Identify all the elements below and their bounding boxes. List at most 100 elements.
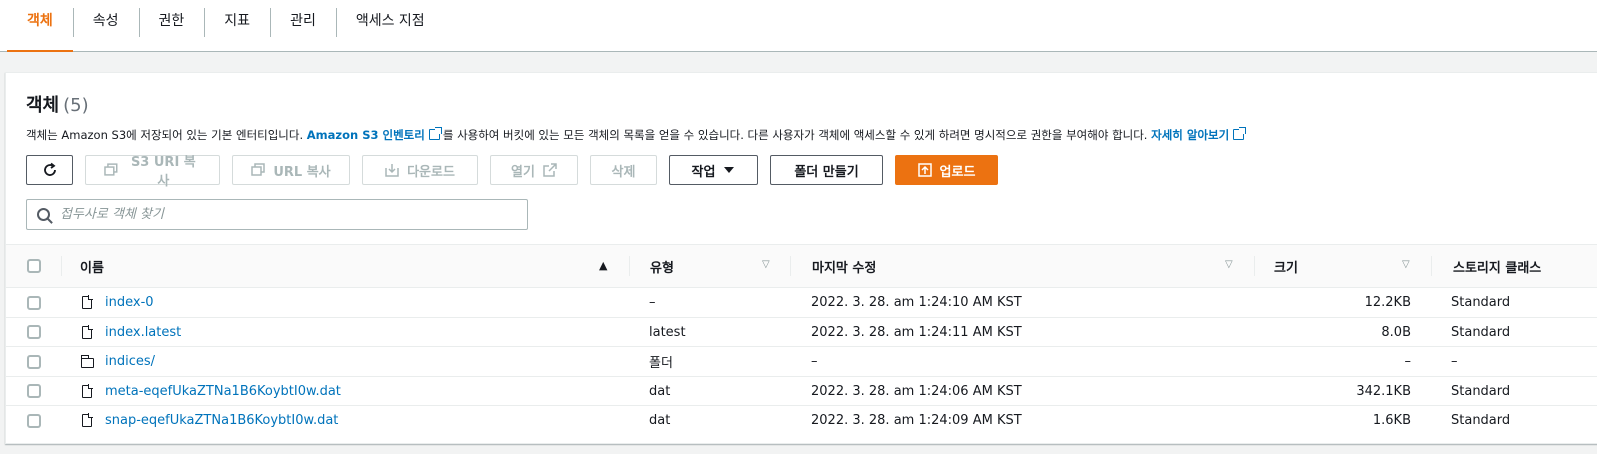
upload-icon bbox=[917, 163, 932, 177]
object-name-link[interactable]: meta-eqefUkaZTNa1B6KoybtI0w.dat bbox=[105, 377, 341, 406]
column-label: 마지막 수정 bbox=[812, 260, 877, 276]
row-checkbox[interactable] bbox=[27, 413, 41, 428]
button-label: S3 URI 복사 bbox=[130, 155, 196, 189]
object-last-modified: 2022. 3. 28. am 1:24:11 AM KST bbox=[811, 324, 1022, 340]
table-row: meta-eqefUkaZTNa1B6KoybtI0w.dat dat 2022… bbox=[6, 377, 1597, 406]
sort-icon[interactable]: ▽ bbox=[762, 259, 770, 270]
download-button[interactable]: 다운로드 bbox=[362, 155, 478, 185]
row-checkbox-cell bbox=[27, 406, 41, 435]
tab-metrics[interactable]: 지표 bbox=[204, 0, 270, 51]
tab-bar: 객체 속성 권한 지표 관리 액세스 지점 bbox=[0, 0, 1597, 52]
object-size: 1.6KB bbox=[1372, 413, 1411, 428]
row-checkbox[interactable] bbox=[27, 354, 41, 369]
column-header-type[interactable]: 유형 bbox=[650, 245, 674, 287]
sort-icon[interactable]: ▽ bbox=[1225, 259, 1233, 270]
button-label: 업로드 bbox=[939, 164, 976, 180]
object-name-link[interactable]: indices/ bbox=[105, 347, 155, 376]
file-icon-cell bbox=[82, 288, 93, 317]
tab-management[interactable]: 관리 bbox=[270, 0, 336, 51]
object-last-modified: 2022. 3. 28. am 1:24:09 AM KST bbox=[811, 413, 1022, 428]
copy-s3-uri-button[interactable]: S3 URI 복사 bbox=[85, 155, 220, 189]
object-type: dat bbox=[649, 383, 671, 399]
select-all-checkbox-cell bbox=[27, 245, 41, 287]
open-button[interactable]: 열기 bbox=[490, 155, 578, 185]
object-type: latest bbox=[649, 324, 686, 340]
column-divider bbox=[1254, 256, 1255, 276]
inventory-link[interactable]: Amazon S3 인벤토리 bbox=[307, 127, 443, 142]
column-label: 크기 bbox=[1274, 260, 1298, 276]
column-header-size[interactable]: 크기 bbox=[1274, 245, 1298, 287]
object-name-link[interactable]: index.latest bbox=[105, 318, 181, 347]
sort-ascending-icon[interactable]: ▲ bbox=[599, 259, 607, 272]
tab-properties[interactable]: 속성 bbox=[72, 0, 139, 51]
object-last-modified: 2022. 3. 28. am 1:24:06 AM KST bbox=[811, 383, 1022, 399]
tab-label: 관리 bbox=[290, 12, 316, 29]
folder-icon-cell bbox=[80, 347, 94, 376]
button-label: 열기 bbox=[511, 164, 535, 180]
copy-icon bbox=[251, 163, 266, 176]
delete-button[interactable]: 삭제 bbox=[590, 155, 657, 185]
select-all-checkbox[interactable] bbox=[27, 259, 41, 273]
actions-dropdown-button[interactable]: 작업 bbox=[669, 155, 758, 185]
search-input[interactable] bbox=[60, 207, 500, 222]
refresh-button[interactable] bbox=[26, 155, 73, 185]
tab-permissions[interactable]: 권한 bbox=[138, 0, 205, 51]
toolbar: S3 URI 복사 URL 복사 다운로드 열기 삭제 작업 폴더 만들기 업로… bbox=[26, 155, 998, 189]
column-header-storage-class[interactable]: 스토리지 클래스 bbox=[1453, 245, 1541, 287]
column-header-name[interactable]: 이름 bbox=[80, 245, 104, 287]
description-text: 객체는 Amazon S3에 저장되어 있는 기본 엔터티입니다. bbox=[26, 128, 304, 142]
row-checkbox-cell bbox=[27, 318, 41, 347]
copy-url-button[interactable]: URL 복사 bbox=[232, 155, 350, 185]
file-icon-cell bbox=[82, 406, 93, 435]
sort-icon[interactable]: ▽ bbox=[1402, 259, 1410, 270]
row-checkbox[interactable] bbox=[27, 325, 41, 339]
tab-label: 속성 bbox=[92, 12, 119, 29]
tab-label: 지표 bbox=[224, 12, 251, 29]
object-storage-class: – bbox=[1451, 354, 1458, 369]
button-label: 삭제 bbox=[611, 164, 636, 180]
file-icon-cell bbox=[82, 318, 93, 347]
row-checkbox-cell bbox=[27, 347, 41, 376]
file-icon bbox=[82, 295, 93, 309]
tab-access-points[interactable]: 액세스 지점 bbox=[335, 0, 445, 51]
external-link-icon bbox=[543, 163, 557, 177]
object-size: 12.2KB bbox=[1364, 295, 1411, 310]
caret-down-icon bbox=[724, 167, 735, 173]
button-label: URL 복사 bbox=[273, 164, 331, 180]
object-name-link[interactable]: snap-eqefUkaZTNa1B6KoybtI0w.dat bbox=[105, 406, 338, 435]
external-link-icon bbox=[428, 127, 442, 140]
download-icon bbox=[385, 164, 399, 177]
objects-panel: 객체 (5) 객체는 Amazon S3에 저장되어 있는 기본 엔터티입니다. … bbox=[5, 72, 1597, 444]
tab-objects[interactable]: 객체 bbox=[7, 0, 73, 52]
learn-more-link[interactable]: 자세히 알아보기 bbox=[1151, 127, 1247, 142]
object-last-modified: – bbox=[811, 354, 818, 369]
column-label: 스토리지 클래스 bbox=[1453, 260, 1542, 276]
column-divider bbox=[790, 256, 791, 276]
column-label: 유형 bbox=[650, 260, 674, 276]
column-divider bbox=[629, 256, 630, 276]
button-label: 작업 bbox=[691, 164, 716, 180]
button-label: 다운로드 bbox=[407, 164, 455, 180]
table-row: snap-eqefUkaZTNa1B6KoybtI0w.dat dat 2022… bbox=[6, 406, 1597, 436]
object-size: 8.0B bbox=[1381, 324, 1411, 340]
object-last-modified: 2022. 3. 28. am 1:24:10 AM KST bbox=[811, 295, 1022, 310]
object-name-link[interactable]: index-0 bbox=[105, 288, 154, 317]
object-storage-class: Standard bbox=[1451, 413, 1511, 428]
column-divider bbox=[1431, 256, 1432, 276]
object-size: – bbox=[1404, 354, 1412, 369]
button-label: 폴더 만들기 bbox=[794, 164, 859, 180]
panel-description: 객체는 Amazon S3에 저장되어 있는 기본 엔터티입니다. Amazon… bbox=[26, 127, 1247, 143]
table-row: indices/ 폴더 – – – bbox=[6, 347, 1597, 377]
column-label: 이름 bbox=[80, 260, 104, 276]
column-header-last-modified[interactable]: 마지막 수정 bbox=[812, 245, 876, 287]
row-checkbox-cell bbox=[27, 377, 41, 406]
table-row: index.latest latest 2022. 3. 28. am 1:24… bbox=[6, 318, 1597, 347]
page-title: 객체 bbox=[26, 95, 60, 116]
create-folder-button[interactable]: 폴더 만들기 bbox=[770, 155, 883, 185]
upload-button[interactable]: 업로드 bbox=[895, 155, 998, 185]
row-checkbox[interactable] bbox=[27, 295, 41, 310]
row-checkbox[interactable] bbox=[27, 384, 41, 398]
object-type: dat bbox=[649, 413, 671, 428]
tab-label: 객체 bbox=[27, 12, 53, 29]
search-icon bbox=[37, 208, 50, 221]
